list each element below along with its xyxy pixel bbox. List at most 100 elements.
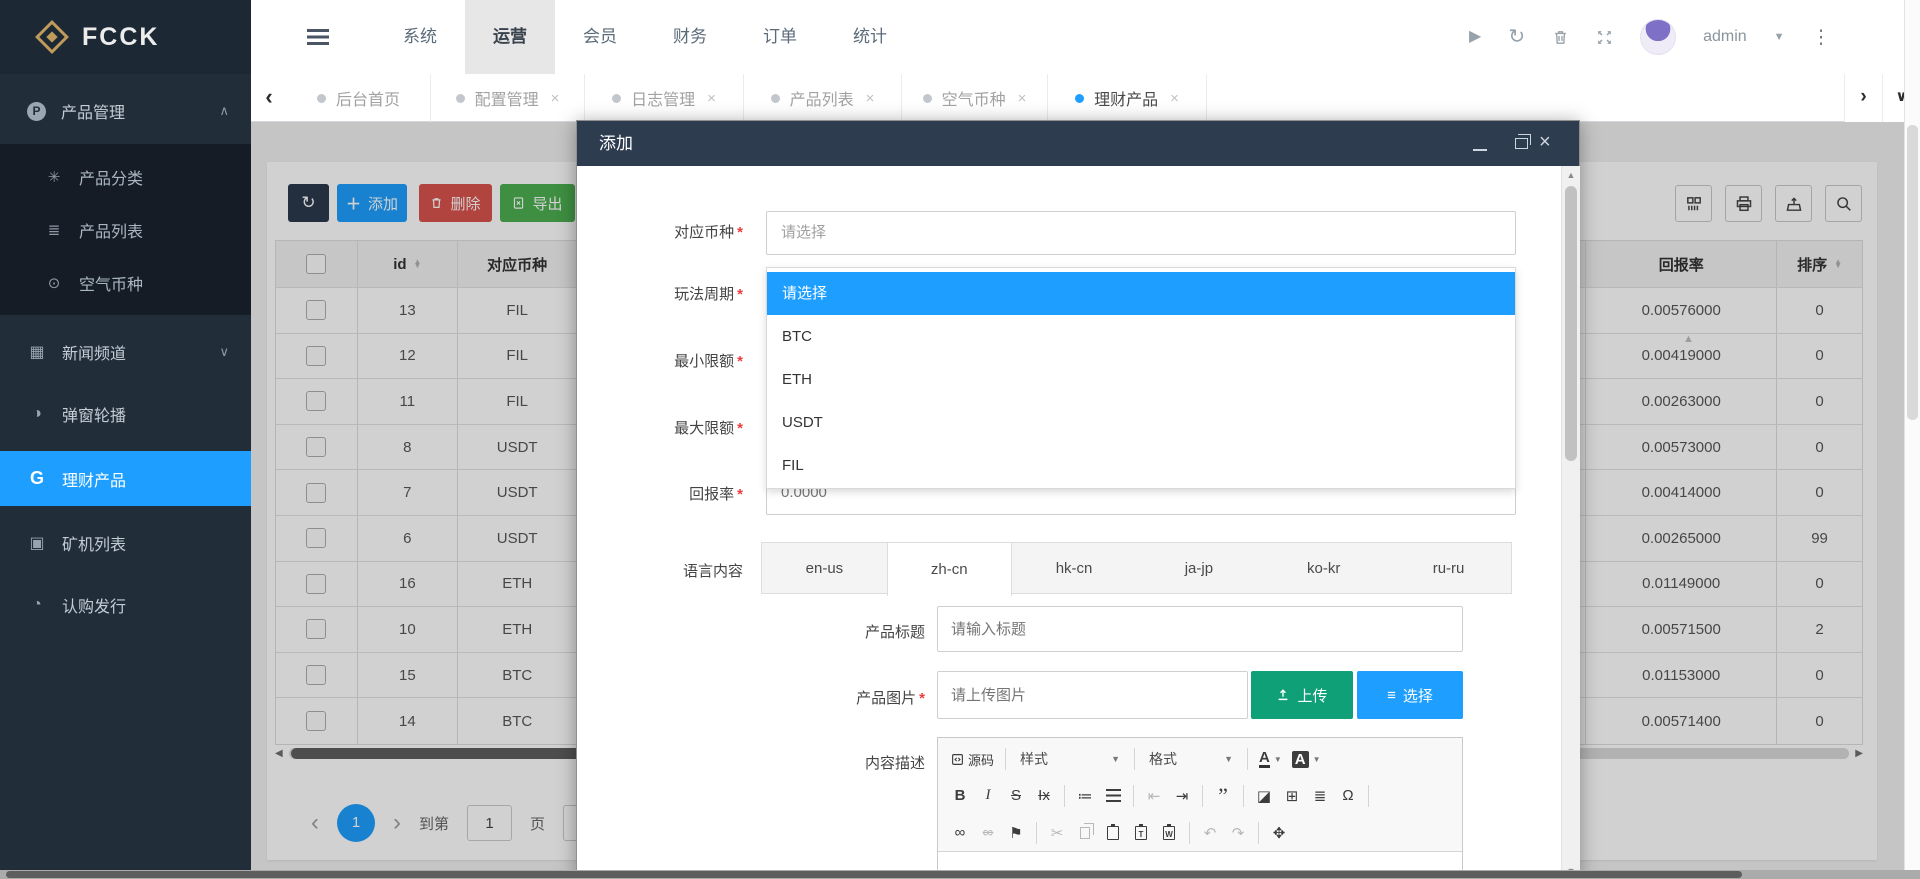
coin-option-ETH[interactable]: ETH — [767, 358, 1515, 401]
tab-close-icon[interactable]: × — [1018, 90, 1027, 107]
tab-产品列表[interactable]: 产品列表× — [744, 74, 902, 122]
table-icon[interactable]: ⊞ — [1280, 783, 1304, 809]
coin-option-BTC[interactable]: BTC — [767, 315, 1515, 358]
blockquote-icon[interactable]: ” — [1211, 783, 1235, 809]
upload-button[interactable]: 上传 — [1251, 671, 1353, 719]
minimize-icon[interactable] — [1473, 149, 1487, 151]
more-options-icon[interactable]: ⋮ — [1812, 26, 1831, 49]
text-color-button[interactable]: A▼ — [1256, 746, 1285, 772]
strikethrough-icon[interactable]: S — [1004, 783, 1028, 809]
tabs-scroll-right-icon[interactable]: › — [1844, 74, 1882, 122]
dialog-scrollbar-thumb[interactable] — [1565, 186, 1577, 461]
nav-item-订单[interactable]: 订单 — [735, 0, 825, 74]
coin-option-请选择[interactable]: 请选择 — [767, 272, 1515, 315]
tab-close-icon[interactable]: × — [707, 90, 716, 107]
dialog-header[interactable]: 添加 × — [577, 121, 1579, 166]
unlink-icon-glyph: ∞ — [983, 824, 994, 841]
tab-close-icon[interactable]: × — [1170, 90, 1179, 107]
sidebar-item-产品列表[interactable]: ≣产品列表 — [0, 203, 251, 256]
user-avatar[interactable] — [1640, 19, 1676, 55]
sidebar-item-弹窗轮播[interactable]: ◑弹窗轮播 — [0, 389, 251, 439]
choose-button[interactable]: ≡ 选择 — [1357, 671, 1463, 719]
coin-option-FIL[interactable]: FIL — [767, 444, 1515, 487]
link-icon-glyph: ∞ — [955, 824, 966, 841]
lang-tab-en-us[interactable]: en-us — [762, 543, 887, 593]
indent-icon[interactable]: ⇥ — [1170, 783, 1194, 809]
link-icon[interactable]: ∞ — [948, 820, 972, 846]
sidebar-toggle-icon[interactable] — [307, 24, 331, 50]
coin-option-USDT[interactable]: USDT — [767, 401, 1515, 444]
tab-日志管理[interactable]: 日志管理× — [585, 74, 744, 122]
sidebar-item-产品分类[interactable]: ✳产品分类 — [0, 150, 251, 203]
page-horizontal-scrollbar-thumb[interactable] — [6, 871, 1742, 878]
horizontal-rule-icon[interactable]: ≣ — [1308, 783, 1332, 809]
nav-item-财务[interactable]: 财务 — [645, 0, 735, 74]
italic-icon[interactable]: I — [976, 783, 1000, 809]
remove-format-icon[interactable]: Ix — [1032, 783, 1056, 809]
tab-label: 空气币种 — [942, 86, 1006, 110]
sidebar-item-认购发行[interactable]: ◔认购发行 — [0, 580, 251, 630]
tab-strip: 后台首页配置管理×日志管理×产品列表×空气币种×理财产品× — [287, 74, 1207, 122]
product-image-input[interactable] — [937, 671, 1248, 719]
coin-select[interactable]: 请选择 ▲ — [766, 211, 1516, 255]
maximize-icon-glyph: ✥ — [1273, 824, 1286, 842]
page-horizontal-scrollbar[interactable] — [0, 870, 1920, 879]
fullscreen-icon[interactable] — [1596, 29, 1613, 46]
unordered-list-icon[interactable] — [1101, 783, 1125, 809]
refresh-icon[interactable]: ↻ — [1508, 27, 1525, 47]
styles-select[interactable]: 样式▼ — [1014, 746, 1126, 772]
sidebar-item-理财产品[interactable]: G理财产品 — [0, 451, 251, 506]
brand-logo[interactable]: FCCK — [0, 0, 251, 74]
lang-tab-ja-jp[interactable]: ja-jp — [1136, 543, 1261, 593]
sidebar-item-label: 产品管理 — [61, 99, 125, 123]
image-icon[interactable]: ◪ — [1252, 783, 1276, 809]
source-button[interactable]: 源码 — [948, 746, 997, 772]
nav-item-会员[interactable]: 会员 — [555, 0, 645, 74]
lang-tab-ko-kr[interactable]: ko-kr — [1261, 543, 1386, 593]
product-title-input[interactable] — [937, 606, 1463, 652]
table-icon-glyph: ⊞ — [1286, 787, 1299, 805]
close-icon[interactable]: × — [1539, 132, 1551, 152]
trash-icon[interactable] — [1552, 29, 1569, 46]
maximize-icon[interactable] — [1515, 138, 1528, 149]
sidebar-item-新闻频道[interactable]: ▦新闻频道∨ — [0, 327, 251, 377]
paste-icon[interactable] — [1101, 820, 1125, 846]
page-vertical-scrollbar[interactable] — [1904, 0, 1920, 879]
sidebar-item-产品管理[interactable]: P产品管理∧ — [0, 86, 251, 136]
tab-后台首页[interactable]: 后台首页 — [287, 74, 431, 122]
copy-icon — [1080, 827, 1090, 839]
bold-icon[interactable]: B — [948, 783, 972, 809]
play-icon[interactable]: ▶ — [1469, 29, 1481, 45]
lang-tab-ru-ru[interactable]: ru-ru — [1386, 543, 1511, 593]
paste-word-icon[interactable]: W — [1157, 820, 1181, 846]
format-select[interactable]: 格式▼ — [1143, 746, 1239, 772]
nav-item-系统[interactable]: 系统 — [375, 0, 465, 74]
user-name[interactable]: admin — [1703, 28, 1747, 46]
maximize-icon[interactable]: ✥ — [1267, 820, 1291, 846]
tab-close-icon[interactable]: × — [551, 90, 560, 107]
lang-tab-zh-cn[interactable]: zh-cn — [887, 543, 1012, 596]
sidebar-item-空气币种[interactable]: ⊙空气币种 — [0, 256, 251, 309]
tab-空气币种[interactable]: 空气币种 × — [902, 74, 1048, 122]
lang-tab-hk-cn[interactable]: hk-cn — [1012, 543, 1137, 593]
page-vertical-scrollbar-thumb[interactable] — [1907, 125, 1918, 420]
rate-field-label: 回报率* — [593, 483, 743, 504]
tabs-scroll-left-icon[interactable]: ‹ — [251, 74, 287, 122]
sidebar-item-矿机列表[interactable]: ▣矿机列表 — [0, 518, 251, 568]
dialog-scroll-up-icon[interactable]: ▲ — [1562, 170, 1580, 180]
user-menu-caret-icon[interactable]: ▼ — [1774, 31, 1785, 43]
redo-icon-glyph: ↷ — [1232, 824, 1245, 842]
special-char-icon[interactable]: Ω — [1336, 783, 1360, 809]
anchor-icon[interactable]: ⚑ — [1004, 820, 1028, 846]
app-root: FCCK P产品管理∧ ✳产品分类≣产品列表⊙空气币种 ▦新闻频道∨ ◑弹窗轮播 G理财… — [0, 0, 1920, 879]
dialog-scrollbar[interactable]: ▲ ▼ — [1561, 166, 1580, 879]
ordered-list-icon[interactable]: ≔ — [1073, 783, 1097, 809]
paste-text-icon[interactable]: T — [1129, 820, 1153, 846]
bg-color-button[interactable]: A▼ — [1289, 746, 1324, 772]
tab-理财产品[interactable]: 理财产品× — [1048, 74, 1207, 122]
tab-close-icon[interactable]: × — [866, 90, 875, 107]
lang-field-label: 语言内容 — [593, 560, 743, 581]
nav-item-统计[interactable]: 统计 — [825, 0, 915, 74]
nav-item-运营[interactable]: 运营 — [465, 0, 555, 74]
tab-配置管理[interactable]: 配置管理× — [431, 74, 585, 122]
